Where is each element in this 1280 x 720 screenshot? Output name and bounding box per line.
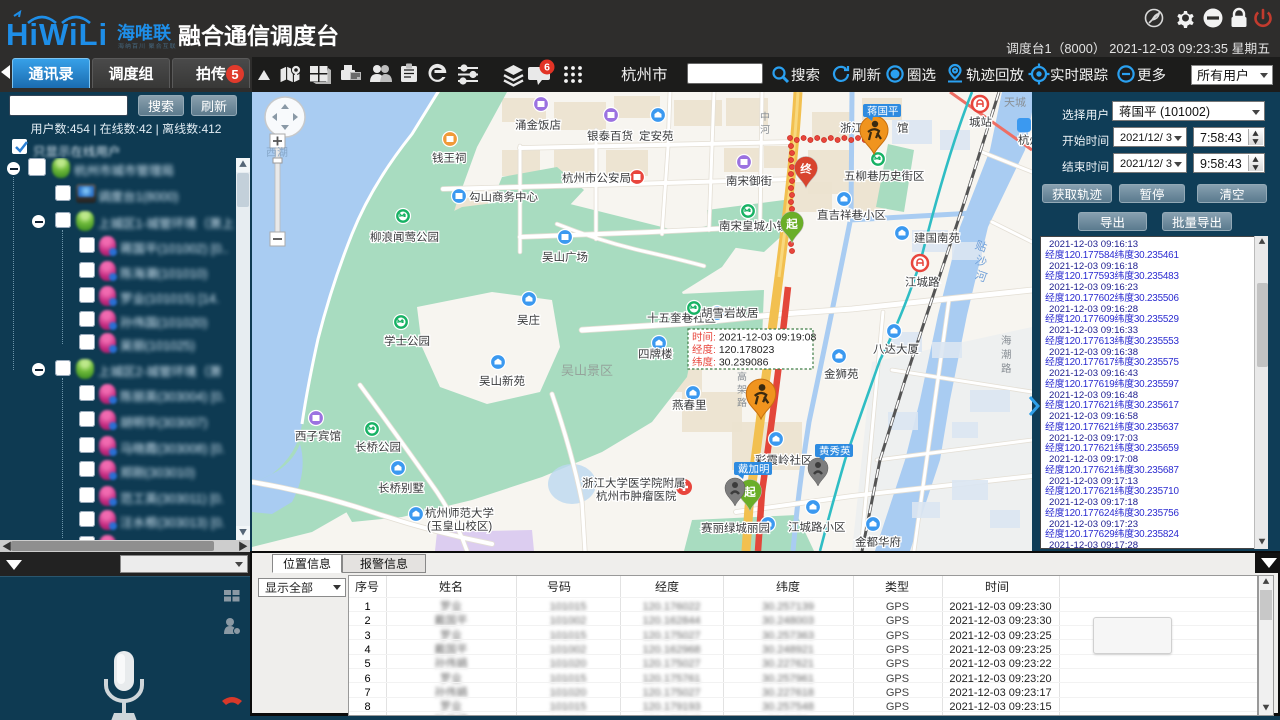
svg-text:路: 路: [737, 394, 747, 409]
svg-text:河: 河: [760, 121, 770, 136]
svg-text:馆: 馆: [897, 120, 909, 136]
svg-text:胡雪岩故居: 胡雪岩故居: [701, 305, 759, 321]
svg-text:西子宾馆: 西子宾馆: [295, 428, 341, 444]
svg-text:潮: 潮: [1001, 347, 1012, 362]
svg-text:涌金饭店: 涌金饭店: [515, 117, 561, 133]
svg-text:南宋皇城小镇: 南宋皇城小镇: [719, 218, 788, 234]
svg-text:定安苑: 定安苑: [639, 128, 674, 144]
svg-text:长桥公园: 长桥公园: [355, 439, 401, 455]
svg-text:直吉祥巷小区: 直吉祥巷小区: [817, 207, 886, 223]
svg-text:江城路小区: 江城路小区: [788, 519, 846, 535]
svg-text:纬度: 30.239086: 纬度: 30.239086: [692, 355, 769, 370]
svg-text:6: 6: [544, 60, 550, 75]
svg-text:终: 终: [799, 161, 812, 177]
svg-text:钱王祠: 钱王祠: [432, 150, 467, 166]
svg-text:路: 路: [1001, 361, 1012, 376]
svg-text:吴庄: 吴庄: [517, 312, 540, 328]
svg-text:戴加明: 戴加明: [738, 462, 770, 477]
svg-text:吴山广场: 吴山广场: [542, 249, 588, 265]
svg-text:建国南苑: 建国南苑: [914, 230, 960, 246]
svg-text:吴山新苑: 吴山新苑: [479, 373, 525, 389]
svg-text:城站: 城站: [969, 114, 992, 130]
svg-text:柳浪闻莺公园: 柳浪闻莺公园: [370, 229, 439, 245]
svg-text:杭州市公安局: 杭州市公安局: [562, 170, 631, 186]
svg-text:蒋国平: 蒋国平: [867, 104, 899, 119]
svg-text:起: 起: [743, 484, 756, 500]
svg-text:(玉皇山校区): (玉皇山校区): [427, 518, 492, 534]
svg-text:吴山景区: 吴山景区: [561, 360, 613, 379]
svg-text:金狮苑: 金狮苑: [824, 366, 859, 382]
svg-text:江城路: 江城路: [905, 274, 940, 290]
svg-text:燕春里: 燕春里: [672, 397, 707, 413]
svg-text:赛丽绿城丽园: 赛丽绿城丽园: [701, 520, 770, 536]
svg-text:学士公园: 学士公园: [384, 333, 430, 349]
svg-text:八达大厦: 八达大厦: [873, 341, 919, 357]
svg-text:杭州: 杭州: [1018, 132, 1032, 148]
svg-text:四牌楼: 四牌楼: [638, 346, 673, 362]
svg-text:金都华府: 金都华府: [855, 534, 901, 550]
svg-text:西湖: 西湖: [266, 144, 288, 160]
svg-text:起: 起: [785, 216, 798, 232]
svg-text:黄秀英: 黄秀英: [819, 444, 851, 459]
svg-text:天城: 天城: [1004, 94, 1026, 110]
svg-text:银泰百货: 银泰百货: [587, 128, 633, 144]
svg-text:勾山商务中心: 勾山商务中心: [469, 189, 538, 205]
svg-text:杭州市肿瘤医院: 杭州市肿瘤医院: [596, 488, 677, 504]
svg-text:长桥别墅: 长桥别墅: [378, 480, 424, 496]
svg-text:海: 海: [1001, 333, 1012, 348]
svg-text:五柳巷历史街区: 五柳巷历史街区: [844, 168, 925, 184]
svg-text:南宋御街: 南宋御街: [726, 173, 772, 189]
